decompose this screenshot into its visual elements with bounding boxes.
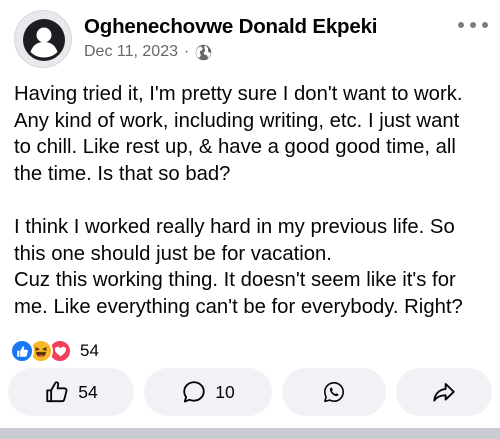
- post-text-line: I think I worked really hard in my previ…: [14, 215, 455, 238]
- post-text-line: Having tried it, I'm pretty sure I don't…: [14, 83, 463, 105]
- like-button[interactable]: 54: [8, 368, 134, 416]
- comment-button[interactable]: 10: [144, 368, 272, 416]
- globe-icon: [196, 44, 212, 60]
- author-name[interactable]: Oghenechovwe Donald Ekpeki: [84, 15, 377, 39]
- more-dots-icon: [470, 22, 476, 28]
- reaction-count[interactable]: 54: [80, 341, 99, 361]
- post-text-line: Any kind of work, including writing, etc…: [14, 109, 460, 132]
- default-avatar-icon: [15, 11, 71, 67]
- post-text-line: Cuz this working thing. It doesn't seem …: [14, 269, 456, 292]
- reaction-icons: [10, 338, 72, 364]
- meta-separator: ·: [184, 43, 190, 60]
- like-reaction-icon: [10, 339, 34, 363]
- share-arrow-icon: [433, 382, 455, 402]
- post-text-line: me. Like everything can't be for everybo…: [14, 295, 463, 318]
- post-card: Oghenechovwe Donald Ekpeki Dec 11, 2023 …: [0, 0, 500, 439]
- like-count: 54: [78, 381, 98, 402]
- more-dots-icon: [482, 22, 488, 28]
- more-options-button[interactable]: [458, 16, 488, 34]
- feed-divider: [0, 428, 500, 439]
- reactions-summary[interactable]: 54: [10, 338, 99, 364]
- whatsapp-share-button[interactable]: [282, 368, 386, 416]
- post-date[interactable]: Dec 11, 2023: [84, 43, 178, 61]
- post-actions: 54 10: [8, 368, 492, 418]
- post-meta: Dec 11, 2023 ·: [84, 43, 212, 61]
- comment-icon: [183, 381, 205, 403]
- author-avatar[interactable]: [14, 10, 72, 68]
- post-text-line: to chill. Like rest up, & have a good go…: [14, 136, 456, 159]
- post-text-line: this one should just be for vacation.: [14, 242, 332, 265]
- whatsapp-icon: [324, 382, 344, 403]
- thumbs-up-icon: [46, 381, 68, 403]
- more-dots-icon: [458, 22, 464, 28]
- comment-count: 10: [215, 381, 235, 402]
- post-text-line: the time. Is that so bad?: [14, 162, 231, 185]
- share-button[interactable]: [396, 368, 492, 416]
- post-body: Having tried it, I'm pretty sure I don't…: [14, 81, 490, 320]
